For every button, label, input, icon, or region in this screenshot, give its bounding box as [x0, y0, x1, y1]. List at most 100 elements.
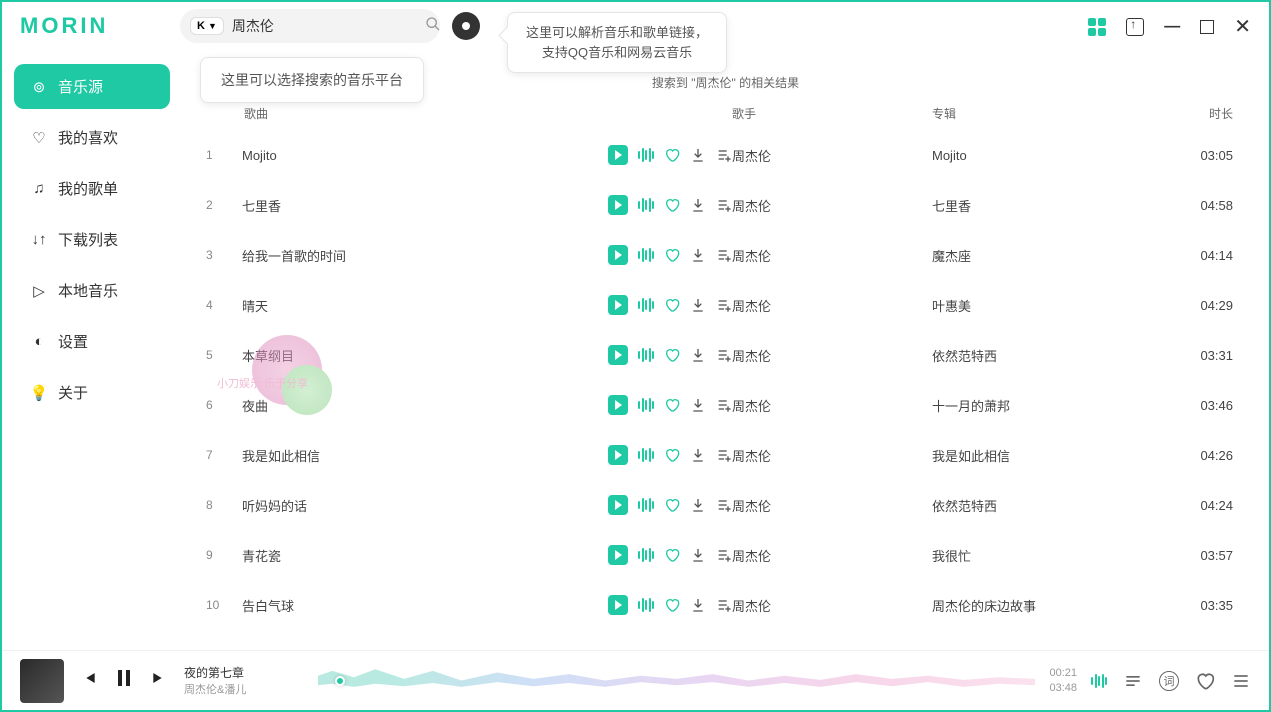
- play-button[interactable]: [608, 345, 628, 365]
- sidebar-item-music-source[interactable]: ⊚音乐源: [14, 64, 170, 109]
- progress-bar[interactable]: [318, 665, 1035, 697]
- parse-link-button[interactable]: [452, 12, 480, 40]
- like-button[interactable]: [664, 547, 680, 563]
- track-index: 5: [206, 348, 242, 362]
- download-button[interactable]: [690, 447, 706, 463]
- table-row[interactable]: 3给我一首歌的时间周杰伦魔杰座04:14: [182, 230, 1269, 280]
- play-button[interactable]: [608, 395, 628, 415]
- prev-button[interactable]: [78, 668, 98, 693]
- like-button[interactable]: [664, 247, 680, 263]
- download-button[interactable]: [690, 497, 706, 513]
- play-button[interactable]: [608, 195, 628, 215]
- table-row[interactable]: 4晴天周杰伦叶惠美04:29: [182, 280, 1269, 330]
- equalizer-icon[interactable]: [1091, 674, 1107, 688]
- search-icon[interactable]: [421, 12, 445, 41]
- add-to-queue-button[interactable]: [716, 247, 732, 263]
- download-button[interactable]: [690, 347, 706, 363]
- download-button[interactable]: [690, 147, 706, 163]
- track-album: 魔杰座: [932, 246, 1177, 265]
- like-button[interactable]: [664, 447, 680, 463]
- track-album: 我很忙: [932, 546, 1177, 565]
- like-button[interactable]: [664, 147, 680, 163]
- apps-grid-icon[interactable]: [1088, 18, 1106, 36]
- track-list[interactable]: 1Mojito周杰伦Mojito03:052七里香周杰伦七里香04:583给我一…: [182, 130, 1269, 640]
- progress-handle[interactable]: [335, 676, 345, 686]
- like-button[interactable]: [664, 297, 680, 313]
- table-row[interactable]: 5本草纲目周杰伦依然范特西03:31: [182, 330, 1269, 380]
- visualizer-icon[interactable]: [638, 498, 654, 512]
- download-button[interactable]: [690, 547, 706, 563]
- play-button[interactable]: [608, 245, 628, 265]
- platform-selector[interactable]: K ▼: [190, 17, 224, 35]
- like-button[interactable]: [664, 347, 680, 363]
- play-button[interactable]: [608, 295, 628, 315]
- table-row[interactable]: 8听妈妈的话周杰伦依然范特西04:24: [182, 480, 1269, 530]
- table-row[interactable]: 1Mojito周杰伦Mojito03:05: [182, 130, 1269, 180]
- playlist-menu-icon[interactable]: [1231, 671, 1251, 691]
- add-to-queue-button[interactable]: [716, 297, 732, 313]
- add-to-queue-button[interactable]: [716, 597, 732, 613]
- table-row[interactable]: 10告白气球周杰伦周杰伦的床边故事03:35: [182, 580, 1269, 630]
- sidebar-item-label: 我的喜欢: [58, 127, 118, 148]
- track-artist: 周杰伦: [732, 596, 932, 615]
- track-artist: 周杰伦: [732, 296, 932, 315]
- visualizer-icon[interactable]: [638, 348, 654, 362]
- play-button[interactable]: [608, 445, 628, 465]
- sidebar-item-playlists[interactable]: ♫我的歌单: [14, 166, 170, 211]
- like-button[interactable]: [664, 197, 680, 213]
- download-button[interactable]: [690, 397, 706, 413]
- album-cover[interactable]: [20, 659, 64, 703]
- track-title: 告白气球: [242, 596, 294, 615]
- sidebar-item-about[interactable]: 💡关于: [14, 370, 170, 415]
- table-row[interactable]: 7我是如此相信周杰伦我是如此相信04:26: [182, 430, 1269, 480]
- download-button[interactable]: [690, 247, 706, 263]
- maximize-button[interactable]: [1200, 20, 1214, 34]
- visualizer-icon[interactable]: [638, 198, 654, 212]
- table-row[interactable]: 11周杰伦: [182, 630, 1269, 640]
- visualizer-icon[interactable]: [638, 248, 654, 262]
- visualizer-icon[interactable]: [638, 448, 654, 462]
- play-button[interactable]: [608, 495, 628, 515]
- download-button[interactable]: [690, 297, 706, 313]
- download-button[interactable]: [690, 197, 706, 213]
- add-to-queue-button[interactable]: [716, 497, 732, 513]
- add-to-queue-button[interactable]: [716, 147, 732, 163]
- table-row[interactable]: 2七里香周杰伦七里香04:58: [182, 180, 1269, 230]
- sidebar-item-local[interactable]: ▷本地音乐: [14, 268, 170, 313]
- next-button[interactable]: [150, 668, 170, 693]
- favorite-button[interactable]: [1195, 671, 1215, 691]
- visualizer-icon[interactable]: [638, 598, 654, 612]
- add-to-queue-button[interactable]: [716, 547, 732, 563]
- play-button[interactable]: [608, 145, 628, 165]
- track-album: Mojito: [932, 148, 1177, 163]
- search-input[interactable]: [224, 18, 421, 34]
- table-row[interactable]: 6夜曲周杰伦十一月的萧邦03:46: [182, 380, 1269, 430]
- track-index: 8: [206, 498, 242, 512]
- add-to-queue-button[interactable]: [716, 447, 732, 463]
- visualizer-icon[interactable]: [638, 298, 654, 312]
- play-button[interactable]: [608, 595, 628, 615]
- like-button[interactable]: [664, 597, 680, 613]
- play-button[interactable]: [608, 545, 628, 565]
- like-button[interactable]: [664, 497, 680, 513]
- track-album: 叶惠美: [932, 296, 1177, 315]
- like-button[interactable]: [664, 397, 680, 413]
- close-button[interactable]: ✕: [1234, 14, 1251, 39]
- sidebar-item-settings[interactable]: ◐设置: [14, 319, 170, 364]
- visualizer-icon[interactable]: [638, 398, 654, 412]
- add-to-queue-button[interactable]: [716, 397, 732, 413]
- download-button[interactable]: [690, 597, 706, 613]
- add-to-queue-button[interactable]: [716, 197, 732, 213]
- sidebar-item-favorites[interactable]: ♡我的喜欢: [14, 115, 170, 160]
- play-pause-button[interactable]: [112, 666, 136, 695]
- lyrics-button[interactable]: 词: [1159, 671, 1179, 691]
- minimize-button[interactable]: —: [1164, 18, 1180, 36]
- search-box: K ▼: [180, 9, 440, 43]
- add-to-queue-button[interactable]: [716, 347, 732, 363]
- upload-icon[interactable]: [1126, 18, 1144, 36]
- sidebar-item-downloads[interactable]: ↓↑下载列表: [14, 217, 170, 262]
- visualizer-icon[interactable]: [638, 148, 654, 162]
- queue-icon[interactable]: [1123, 671, 1143, 691]
- visualizer-icon[interactable]: [638, 548, 654, 562]
- table-row[interactable]: 9青花瓷周杰伦我很忙03:57: [182, 530, 1269, 580]
